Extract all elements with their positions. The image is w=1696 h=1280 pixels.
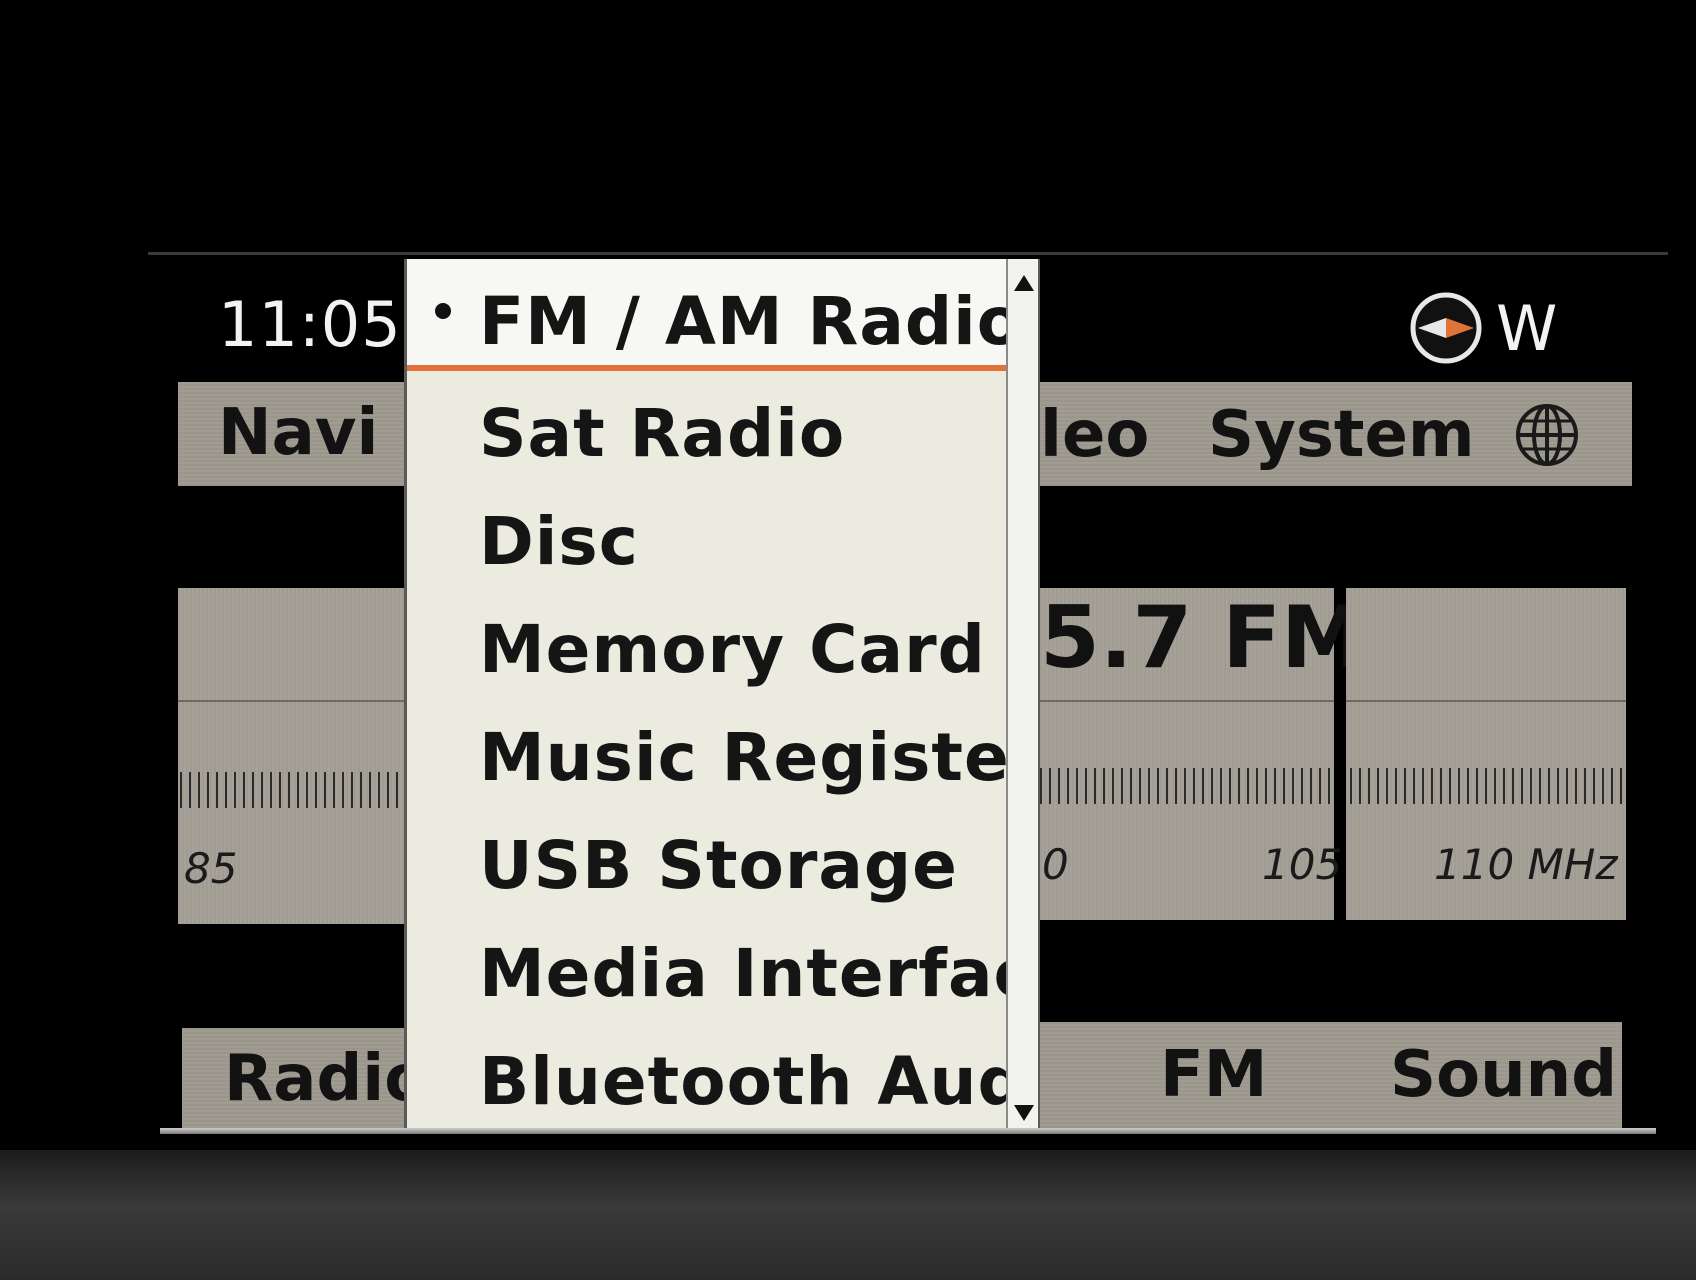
heading-label: W <box>1496 292 1558 365</box>
menu-item-media-interface[interactable]: Media Interface <box>479 935 1038 1012</box>
scroll-up-icon[interactable] <box>1014 275 1034 291</box>
menu-video-label[interactable]: leo <box>1040 398 1149 472</box>
menu-scrollbar[interactable] <box>1006 259 1038 1133</box>
scale-label-110: 110 MHz <box>1434 840 1618 889</box>
bottom-menu-right: FM Sound <box>1040 1022 1622 1128</box>
scroll-down-icon[interactable] <box>1014 1105 1034 1121</box>
menu-system[interactable]: System <box>1208 398 1475 472</box>
top-menu-right: leo System <box>1040 382 1632 486</box>
menu-item-fm-am-radio[interactable]: FM / AM Radio <box>407 259 1022 371</box>
tuner-panel-center: 5.7 FM 0 105 <box>1040 588 1367 920</box>
menu-navi[interactable]: Navi <box>178 382 404 486</box>
menu-item-sat-radio[interactable]: Sat Radio <box>479 395 845 472</box>
frequency-scale-ticks <box>1040 768 1334 804</box>
scale-label-100: 0 <box>1042 840 1069 889</box>
selected-bullet-icon <box>435 303 451 319</box>
panel-divider <box>1040 700 1334 702</box>
screen-top-edge <box>148 252 1668 255</box>
dashboard-bezel <box>0 1150 1696 1280</box>
globe-icon[interactable] <box>1514 402 1580 468</box>
compass-icon <box>1410 292 1482 364</box>
frequency-scale-ticks <box>180 772 404 808</box>
tuner-panel-right: 110 MHz <box>1346 588 1626 920</box>
audio-source-menu: FM / AM Radio Sat Radio Disc Memory Card… <box>404 259 1040 1133</box>
scale-label-105: 105 <box>1262 840 1343 889</box>
menu-radio[interactable]: Radio <box>182 1028 428 1130</box>
panel-divider <box>178 700 404 702</box>
bezel-trim <box>160 1128 1656 1134</box>
panel-divider <box>1346 700 1626 702</box>
menu-item-usb-storage[interactable]: USB Storage <box>479 827 958 904</box>
menu-sound[interactable]: Sound <box>1390 1038 1617 1112</box>
menu-fm[interactable]: FM <box>1160 1038 1267 1112</box>
frequency-scale-ticks <box>1350 768 1622 804</box>
compass-heading: W <box>1408 290 1557 370</box>
menu-item-label: FM / AM Radio <box>479 283 1024 360</box>
frequency-display: 5.7 FM <box>1040 588 1367 688</box>
menu-item-bluetooth-audio[interactable]: Bluetooth Audio <box>479 1043 1038 1120</box>
scale-label-85: 85 <box>184 844 238 893</box>
menu-item-memory-card[interactable]: Memory Card <box>479 611 986 688</box>
menu-item-disc[interactable]: Disc <box>479 503 639 580</box>
tuner-panel-left: 85 <box>178 588 404 924</box>
menu-item-music-register[interactable]: Music Register <box>479 719 1038 796</box>
clock: 11:05 <box>218 288 402 361</box>
menu-navi-label: Navi <box>218 396 379 470</box>
menu-radio-label: Radio <box>224 1042 429 1116</box>
